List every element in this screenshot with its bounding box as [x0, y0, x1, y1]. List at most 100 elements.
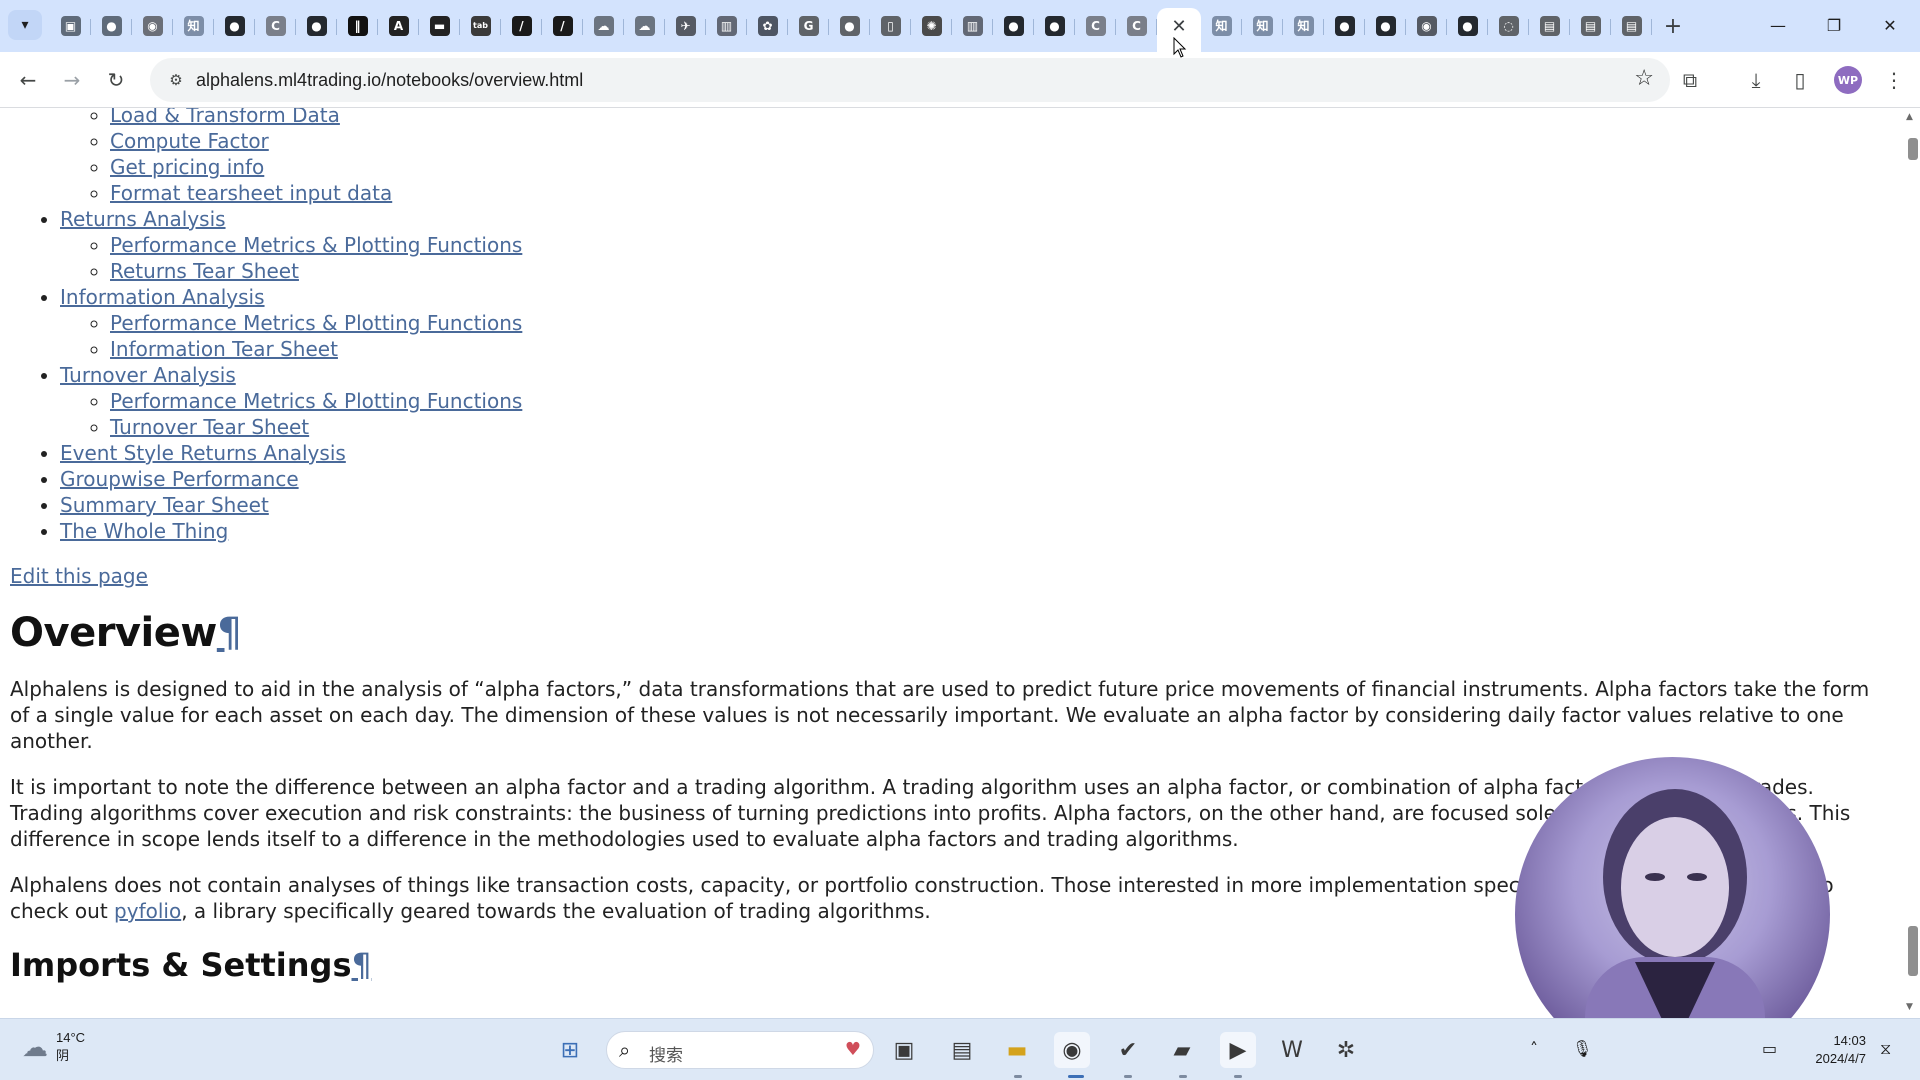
- toc-link-pricing[interactable]: Get pricing info: [110, 155, 264, 179]
- browser-tab[interactable]: ●: [91, 8, 132, 44]
- browser-tab[interactable]: C: [1116, 8, 1157, 44]
- browser-tab[interactable]: ▣: [50, 8, 91, 44]
- taskbar-search[interactable]: ⌕ 搜索 ♥: [606, 1031, 874, 1069]
- reload-button[interactable]: ↻: [98, 62, 134, 98]
- browser-tab[interactable]: 知: [1283, 8, 1324, 44]
- toc-link-format-tearsheet[interactable]: Format tearsheet input data: [110, 181, 392, 205]
- toc-link-summary[interactable]: Summary Tear Sheet: [60, 493, 269, 517]
- browser-tab[interactable]: ●: [1365, 8, 1406, 44]
- browser-tab[interactable]: ▥: [706, 8, 747, 44]
- start-button[interactable]: ⊞: [552, 1032, 588, 1068]
- toc-link-load-transform[interactable]: Load & Transform Data: [110, 108, 340, 127]
- toc-link-groupwise[interactable]: Groupwise Performance: [60, 467, 299, 491]
- minimize-button[interactable]: —: [1756, 8, 1800, 42]
- microphone-icon[interactable]: 🎙: [1572, 1039, 1592, 1058]
- toc-link-returns-metrics[interactable]: Performance Metrics & Plotting Functions: [110, 233, 522, 257]
- scrollbar-thumb[interactable]: [1908, 138, 1918, 160]
- forward-button[interactable]: →: [54, 62, 90, 98]
- browser-tab[interactable]: ●: [1324, 8, 1365, 44]
- tab-search-menu-button[interactable]: ▾: [8, 10, 42, 40]
- browser-tab[interactable]: ✈: [665, 8, 706, 44]
- taskbar-app-editor[interactable]: ✔: [1110, 1032, 1146, 1068]
- taskbar-app-explorer[interactable]: ▬: [999, 1032, 1035, 1068]
- browser-tab[interactable]: ▬: [419, 8, 460, 44]
- site-settings-icon[interactable]: ⚙: [164, 68, 188, 92]
- extensions-button[interactable]: ⧉: [1672, 62, 1708, 98]
- toc-link-returns-tearsheet[interactable]: Returns Tear Sheet: [110, 259, 299, 283]
- url-text[interactable]: alphalens.ml4trading.io/notebooks/overvi…: [196, 70, 583, 91]
- edit-this-page-link[interactable]: Edit this page: [10, 564, 1902, 588]
- browser-tab[interactable]: ▤: [1570, 8, 1611, 44]
- taskbar-app-terminal[interactable]: ▣: [886, 1032, 922, 1068]
- browser-tab[interactable]: ◌: [1488, 8, 1529, 44]
- toc-link-event-style[interactable]: Event Style Returns Analysis: [60, 441, 346, 465]
- toc-link-whole-thing[interactable]: The Whole Thing: [60, 519, 228, 543]
- browser-tab[interactable]: ☁: [624, 8, 665, 44]
- browser-tab[interactable]: ▤: [1611, 8, 1652, 44]
- browser-tab[interactable]: ☁: [583, 8, 624, 44]
- system-clock[interactable]: 14:03 2024/4/7: [1796, 1032, 1866, 1068]
- vertical-scrollbar[interactable]: ▲ ▼: [1902, 108, 1920, 1018]
- toc-link-information-analysis[interactable]: Information Analysis: [60, 285, 265, 309]
- browser-tab[interactable]: ●: [214, 8, 255, 44]
- toc-link-turnover-metrics[interactable]: Performance Metrics & Plotting Functions: [110, 389, 522, 413]
- browser-tab[interactable]: ●: [829, 8, 870, 44]
- github-icon: ●: [306, 16, 327, 36]
- heading-anchor-link[interactable]: ¶: [352, 946, 372, 984]
- browser-tab[interactable]: C: [1075, 8, 1116, 44]
- chevron-up-icon[interactable]: ˄: [1530, 1039, 1538, 1058]
- browser-tab[interactable]: ◉: [1406, 8, 1447, 44]
- browser-tab[interactable]: ●: [1447, 8, 1488, 44]
- browser-tab[interactable]: ✺: [911, 8, 952, 44]
- browser-tab[interactable]: 知: [1201, 8, 1242, 44]
- scroll-up-arrow-icon[interactable]: ▲: [1906, 112, 1913, 122]
- close-window-button[interactable]: ✕: [1868, 8, 1912, 42]
- address-bar[interactable]: ⚙ alphalens.ml4trading.io/notebooks/over…: [150, 58, 1670, 102]
- toc-link-compute-factor[interactable]: Compute Factor: [110, 129, 269, 153]
- close-tab-icon[interactable]: ✕: [1171, 16, 1186, 37]
- browser-tab[interactable]: G: [788, 8, 829, 44]
- browser-tab[interactable]: 知: [1242, 8, 1283, 44]
- browser-tab[interactable]: C: [255, 8, 296, 44]
- browser-tab[interactable]: ●: [296, 8, 337, 44]
- taskbar-app-chrome[interactable]: ◉: [1054, 1032, 1090, 1068]
- browser-tab[interactable]: /: [542, 8, 583, 44]
- browser-tab[interactable]: ▤: [1529, 8, 1570, 44]
- back-button[interactable]: ←: [10, 62, 46, 98]
- scroll-down-arrow-icon[interactable]: ▼: [1906, 1002, 1913, 1012]
- toc-link-information-tearsheet[interactable]: Information Tear Sheet: [110, 337, 338, 361]
- browser-menu-button[interactable]: ⋮: [1876, 62, 1912, 98]
- toc-link-turnover-analysis[interactable]: Turnover Analysis: [60, 363, 236, 387]
- toc-link-information-metrics[interactable]: Performance Metrics & Plotting Functions: [110, 311, 522, 335]
- browser-tab[interactable]: ●: [993, 8, 1034, 44]
- browser-tab[interactable]: ‖: [337, 8, 378, 44]
- browser-tab[interactable]: /: [501, 8, 542, 44]
- heading-anchor-link[interactable]: ¶: [217, 610, 242, 656]
- taskbar-app-cmd[interactable]: ▰: [1164, 1032, 1200, 1068]
- taskbar-app-recorder[interactable]: ▶: [1220, 1032, 1256, 1068]
- battery-icon[interactable]: ▭: [1762, 1039, 1777, 1058]
- browser-tab[interactable]: 知: [173, 8, 214, 44]
- toc-link-returns-analysis[interactable]: Returns Analysis: [60, 207, 226, 231]
- browser-tab[interactable]: ▯: [870, 8, 911, 44]
- pyfolio-link[interactable]: pyfolio: [114, 899, 181, 923]
- new-tab-button[interactable]: +: [1656, 9, 1690, 43]
- taskbar-app-wps[interactable]: W: [1274, 1032, 1310, 1068]
- browser-tab[interactable]: ▥: [952, 8, 993, 44]
- browser-tab[interactable]: A: [378, 8, 419, 44]
- weather-widget[interactable]: ☁ 14°C 阴: [22, 1029, 85, 1065]
- browser-tab[interactable]: ✿: [747, 8, 788, 44]
- github-icon: ●: [1334, 16, 1355, 36]
- side-panel-button[interactable]: ▯: [1782, 62, 1818, 98]
- browser-tab[interactable]: tab: [460, 8, 501, 44]
- taskbar-app-console[interactable]: ▤: [944, 1032, 980, 1068]
- notification-icon[interactable]: ⧖: [1880, 1039, 1891, 1059]
- browser-tab[interactable]: ●: [1034, 8, 1075, 44]
- browser-tab[interactable]: ◉: [132, 8, 173, 44]
- restore-button[interactable]: ❐: [1812, 8, 1856, 42]
- taskbar-app-misc[interactable]: ✲: [1328, 1032, 1364, 1068]
- toc-link-turnover-tearsheet[interactable]: Turnover Tear Sheet: [110, 415, 309, 439]
- profile-avatar[interactable]: WP: [1834, 66, 1862, 94]
- bookmark-star-icon[interactable]: ☆: [1634, 66, 1654, 91]
- downloads-button[interactable]: ⤓: [1738, 62, 1774, 98]
